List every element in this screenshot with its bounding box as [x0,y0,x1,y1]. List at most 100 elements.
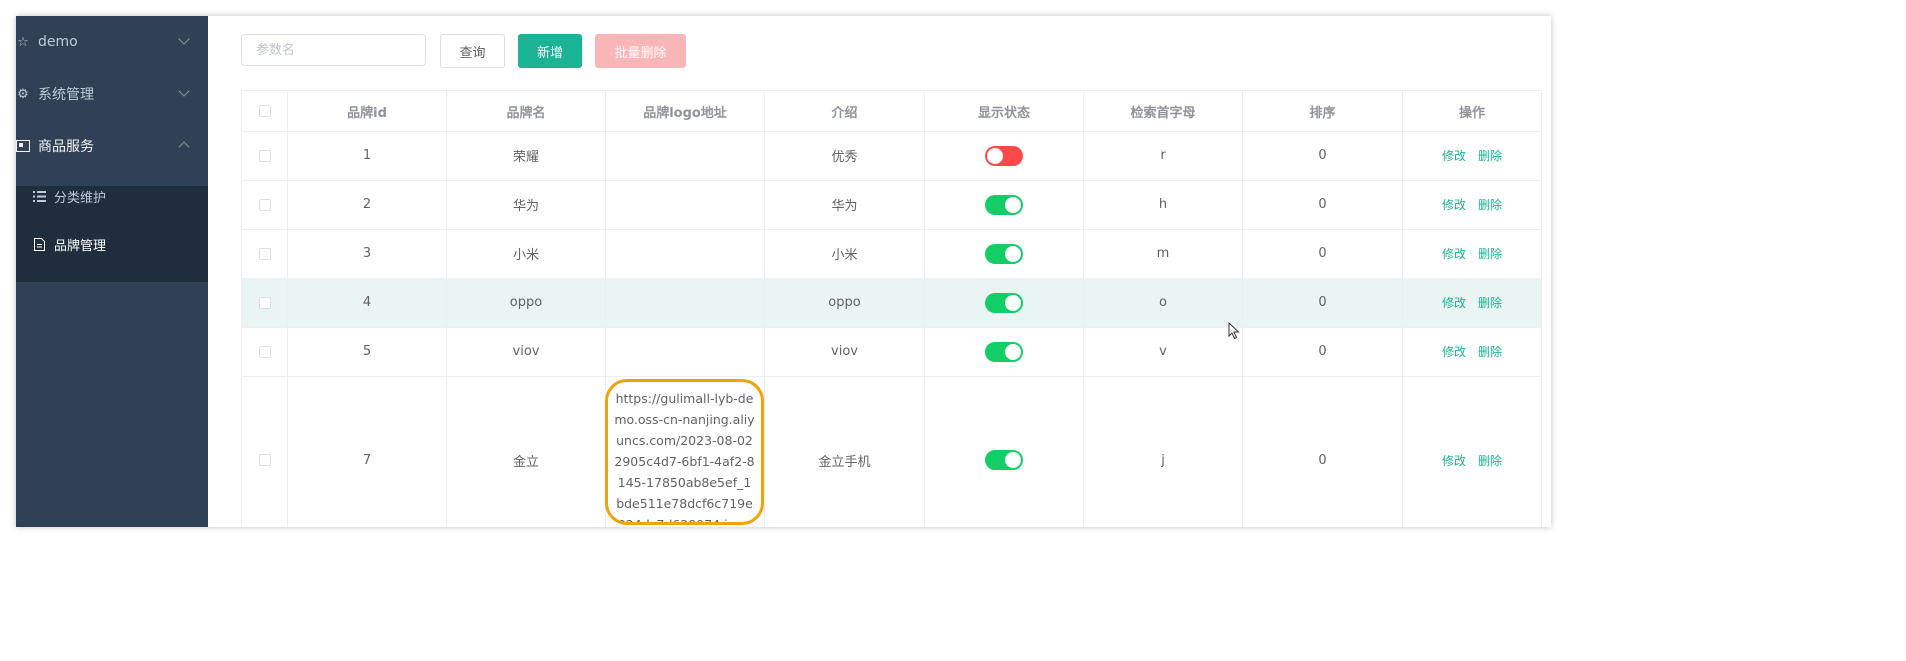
status-toggle[interactable] [985,341,1023,362]
sidebar-item-label: 系统管理 [38,87,94,103]
cell-brand-id: 5 [288,327,447,376]
submenu-item-label: 分类维护 [54,190,107,206]
row-checkbox[interactable] [258,454,271,466]
mouse-cursor-icon [1228,321,1240,344]
cell-brand-desc: 小米 [765,229,925,278]
edit-link[interactable]: 修改 [1442,452,1466,469]
status-toggle[interactable] [985,145,1023,166]
row-checkbox-cell [242,131,288,180]
cell-brand-name: 荣耀 [447,131,606,180]
row-checkbox-cell [242,278,288,327]
submenu-item-label: 品牌管理 [54,238,107,254]
cell-first-letter: v [1084,327,1243,376]
logo-url-highlight: https://gulimall-lyb-demo.oss-cn-nanjing… [605,379,764,525]
row-checkbox-cell [242,180,288,229]
toggle-knob [1005,343,1021,360]
sidebar-item-product-service[interactable]: 商品服务 [16,120,208,172]
cell-brand-logo [606,180,765,229]
search-input[interactable] [241,34,426,66]
select-all-checkbox[interactable] [258,105,271,117]
edit-link[interactable]: 修改 [1442,196,1466,213]
status-toggle[interactable] [985,450,1023,470]
query-button[interactable]: 查询 [440,34,505,68]
column-header: 品牌id [288,91,447,131]
cell-brand-logo [606,327,765,376]
delete-link[interactable]: 删除 [1478,147,1502,164]
cell-brand-name: 金立 [447,376,606,527]
cell-actions: 修改 删除 [1403,131,1542,180]
cell-status [925,180,1084,229]
row-checkbox[interactable] [258,198,271,211]
toggle-knob [1005,245,1021,262]
cell-actions: 修改 删除 [1403,327,1542,376]
cell-status [925,229,1084,278]
star-icon: ☆ [17,34,29,50]
cell-brand-desc: oppo [765,278,925,327]
cell-actions: 修改 删除 [1403,229,1542,278]
cell-first-letter: r [1084,131,1243,180]
add-button[interactable]: 新增 [518,34,582,68]
cell-actions: 修改 删除 [1403,278,1542,327]
delete-link[interactable]: 删除 [1478,294,1502,311]
cell-sort: 0 [1243,376,1403,527]
table-row[interactable]: 4 oppo oppo o 0 修改 删除 [242,278,1542,328]
column-header: 排序 [1243,91,1403,131]
table-row[interactable]: 3 小米 小米 m 0 修改 删除 [242,229,1542,279]
batch-delete-button[interactable]: 批量删除 [595,34,686,68]
cell-first-letter: m [1084,229,1243,278]
cell-status [925,327,1084,376]
list-icon [32,189,46,203]
row-checkbox-cell [242,327,288,376]
edit-link[interactable]: 修改 [1442,294,1466,311]
sidebar-item-demo[interactable]: ☆ demo [16,16,208,68]
cell-status [925,376,1084,527]
submenu-item-brand[interactable]: 品牌管理 [16,220,208,268]
cell-first-letter: h [1084,180,1243,229]
row-checkbox[interactable] [258,345,271,358]
sidebar: ☆ demo ⚙ 系统管理 商品服务 分类维护 品牌管理 [16,16,208,527]
row-checkbox[interactable] [258,149,271,162]
sidebar-item-label: demo [38,34,78,50]
toggle-knob [1005,294,1021,311]
submenu-item-category[interactable]: 分类维护 [16,172,208,220]
gear-icon: ⚙ [17,86,29,102]
cell-brand-id: 1 [288,131,447,180]
delete-link[interactable]: 删除 [1478,343,1502,360]
status-toggle[interactable] [985,292,1023,313]
column-header: 操作 [1403,91,1542,131]
toggle-knob [1005,452,1021,468]
cell-brand-id: 4 [288,278,447,327]
cell-brand-logo [606,229,765,278]
toggle-knob [987,147,1003,164]
cell-status [925,131,1084,180]
delete-link[interactable]: 删除 [1478,452,1502,469]
edit-link[interactable]: 修改 [1442,245,1466,262]
cell-sort: 0 [1243,180,1403,229]
edit-link[interactable]: 修改 [1442,147,1466,164]
status-toggle[interactable] [985,243,1023,264]
cell-sort: 0 [1243,278,1403,327]
column-header: 品牌logo地址 [606,91,765,131]
delete-link[interactable]: 删除 [1478,245,1502,262]
column-header: 介绍 [765,91,925,131]
cell-first-letter: o [1084,278,1243,327]
row-checkbox[interactable] [258,247,271,260]
table-row[interactable]: 2 华为 华为 h 0 修改 删除 [242,180,1542,230]
cell-first-letter: j [1084,376,1243,527]
brand-table: 品牌id 品牌名 品牌logo地址 介绍 显示状态 检索首字母 排序 操作 1 荣耀 优秀 r 0 修改删… [241,90,1542,527]
status-toggle[interactable] [985,194,1023,215]
edit-link[interactable]: 修改 [1442,343,1466,360]
main-content: 查询 新增 批量删除 品牌id品牌名品牌logo地址介绍显示状态检索首字母排序操… [208,16,1551,527]
sidebar-item-system[interactable]: ⚙ 系统管理 [16,68,208,120]
row-checkbox[interactable] [258,296,271,309]
product-icon [16,139,30,153]
table-row[interactable]: 5 viov viov v 0 修改 删除 [242,327,1542,377]
cell-brand-id: 3 [288,229,447,278]
cell-sort: 0 [1243,229,1403,278]
delete-link[interactable]: 删除 [1478,196,1502,213]
chevron-down-icon [178,33,190,45]
table-row[interactable]: 7 金立 金立手机 j 0 修改 删除 [242,376,1542,527]
document-icon [32,237,46,251]
cell-actions: 修改 删除 [1403,180,1542,229]
table-row[interactable]: 1 荣耀 优秀 r 0 修改 删除 [242,131,1542,181]
